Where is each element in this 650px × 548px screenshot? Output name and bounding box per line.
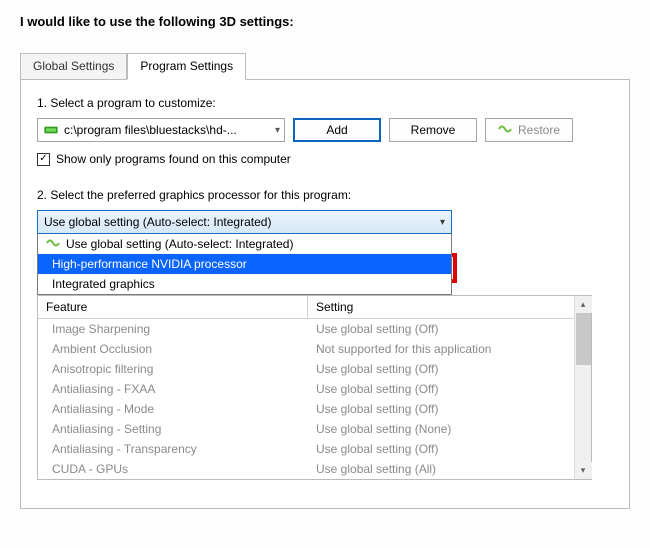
nvidia-logo-icon	[46, 237, 60, 251]
step1-label: 1. Select a program to customize:	[37, 96, 613, 110]
graphics-processor-select[interactable]: Use global setting (Auto-select: Integra…	[37, 210, 452, 234]
table-row[interactable]: CUDA - GPUs Use global setting (All)	[38, 459, 574, 479]
scrollbar[interactable]: ▴ ▾	[574, 296, 591, 479]
header-setting[interactable]: Setting	[308, 296, 591, 318]
option-high-performance-nvidia[interactable]: High-performance NVIDIA processor	[38, 254, 451, 274]
table-row[interactable]: Antialiasing - Mode Use global setting (…	[38, 399, 574, 419]
table-row[interactable]: Anisotropic filtering Use global setting…	[38, 359, 574, 379]
cell-feature: Antialiasing - FXAA	[38, 381, 308, 397]
table-row[interactable]: Ambient Occlusion Not supported for this…	[38, 339, 574, 359]
cell-feature: Antialiasing - Transparency	[38, 441, 308, 457]
table-header: Feature Setting	[38, 296, 591, 319]
table-row[interactable]: Antialiasing - Transparency Use global s…	[38, 439, 574, 459]
show-only-row: ✓ Show only programs found on this compu…	[37, 152, 613, 166]
option-integrated-graphics[interactable]: Integrated graphics	[38, 274, 451, 294]
feature-settings-table: Feature Setting Image Sharpening Use glo…	[37, 295, 592, 480]
cell-feature: Antialiasing - Setting	[38, 421, 308, 437]
option-use-global[interactable]: Use global setting (Auto-select: Integra…	[38, 234, 451, 254]
remove-button[interactable]: Remove	[389, 118, 477, 142]
tab-row: Global Settings Program Settings	[20, 51, 630, 79]
cell-setting: Use global setting (Off)	[308, 381, 574, 397]
program-select-value: c:\program files\bluestacks\hd-...	[64, 123, 237, 137]
option-label: Integrated graphics	[52, 277, 155, 291]
restore-label: Restore	[518, 123, 560, 137]
program-select[interactable]: c:\program files\bluestacks\hd-... ▾	[37, 118, 285, 142]
scroll-down-button[interactable]: ▾	[575, 462, 592, 479]
page-title: I would like to use the following 3D set…	[20, 14, 630, 29]
cell-feature: Ambient Occlusion	[38, 341, 308, 357]
table-row[interactable]: Image Sharpening Use global setting (Off…	[38, 319, 574, 339]
program-settings-panel: 1. Select a program to customize: c:\pro…	[20, 79, 630, 509]
option-label: Use global setting (Auto-select: Integra…	[66, 237, 293, 251]
cell-feature: Anisotropic filtering	[38, 361, 308, 377]
cell-setting: Use global setting (All)	[308, 461, 574, 477]
add-button[interactable]: Add	[293, 118, 381, 142]
dropdown-wrap: Use global setting (Auto-select: Integra…	[37, 234, 452, 295]
cell-setting: Use global setting (Off)	[308, 361, 574, 377]
tab-program-settings[interactable]: Program Settings	[127, 53, 246, 80]
cell-setting: Use global setting (None)	[308, 421, 574, 437]
graphics-processor-dropdown: Use global setting (Auto-select: Integra…	[37, 234, 452, 295]
cell-setting: Not supported for this application	[308, 341, 574, 357]
cell-setting: Use global setting (Off)	[308, 321, 574, 337]
show-only-label: Show only programs found on this compute…	[56, 152, 291, 166]
cell-feature: Image Sharpening	[38, 321, 308, 337]
restore-button[interactable]: Restore	[485, 118, 573, 142]
program-icon	[44, 123, 58, 137]
table-body: Image Sharpening Use global setting (Off…	[38, 319, 591, 479]
scroll-up-button[interactable]: ▴	[575, 296, 592, 313]
cell-setting: Use global setting (Off)	[308, 401, 574, 417]
chevron-down-icon: ▾	[275, 125, 280, 136]
step1-row: c:\program files\bluestacks\hd-... ▾ Add…	[37, 118, 613, 142]
cell-setting: Use global setting (Off)	[308, 441, 574, 457]
header-feature[interactable]: Feature	[38, 296, 308, 318]
table-row[interactable]: Antialiasing - Setting Use global settin…	[38, 419, 574, 439]
settings-window: I would like to use the following 3D set…	[0, 0, 650, 548]
option-label: High-performance NVIDIA processor	[52, 257, 247, 271]
tab-global-settings[interactable]: Global Settings	[20, 53, 127, 79]
cell-feature: CUDA - GPUs	[38, 461, 308, 477]
scroll-thumb[interactable]	[576, 313, 591, 365]
graphics-processor-value: Use global setting (Auto-select: Integra…	[44, 215, 271, 229]
cell-feature: Antialiasing - Mode	[38, 401, 308, 417]
chevron-down-icon: ▾	[440, 217, 445, 228]
nvidia-logo-icon	[498, 123, 512, 138]
step2-label: 2. Select the preferred graphics process…	[37, 188, 613, 202]
show-only-checkbox[interactable]: ✓	[37, 153, 50, 166]
table-row[interactable]: Antialiasing - FXAA Use global setting (…	[38, 379, 574, 399]
